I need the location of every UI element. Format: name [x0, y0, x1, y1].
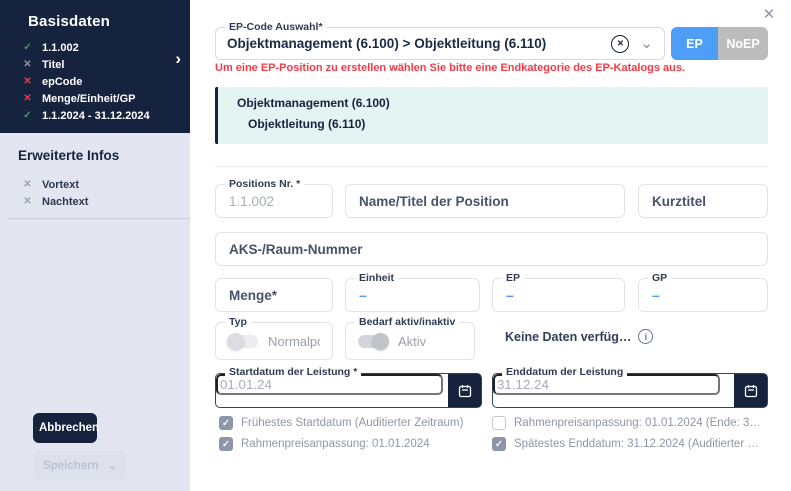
cross-icon: ✕ [22, 93, 33, 104]
chevron-down-icon: ⌄ [108, 462, 117, 470]
cross-icon: ✕ [22, 76, 33, 87]
checkbox-checked-icon: ✓ [219, 437, 233, 451]
ep-code-select-label: EP-Code Auswahl* [225, 21, 327, 33]
menge-input[interactable] [216, 279, 332, 311]
sidebar-title: Basisdaten [0, 0, 190, 30]
typ-toggle-value: Normalpo… [268, 334, 320, 349]
name-titel-field [345, 184, 625, 218]
cross-icon: ✕ [22, 59, 33, 70]
noep-toggle-button[interactable]: NoEP [718, 27, 768, 60]
bedarf-toggle-switch[interactable] [358, 335, 388, 348]
check-icon: ✓ [22, 42, 33, 53]
enddatum-label: Enddatum der Leistung [502, 366, 627, 378]
cross-icon: ✕ [22, 179, 33, 190]
keine-daten-note: Keine Daten verfüg… i [505, 329, 653, 344]
ep-code-select[interactable]: EP-Code Auswahl* Objektmanagement (6.100… [215, 27, 665, 60]
sidebar-item-label: Titel [42, 59, 64, 71]
aks-raum-nummer-input[interactable] [216, 233, 767, 265]
aks-raum-nummer-field [215, 232, 768, 266]
keine-daten-text: Keine Daten verfüg… [505, 330, 631, 344]
checkbox-fruehestes-startdatum[interactable]: ✓ Frühestes Startdatum (Auditierter Zeit… [219, 416, 485, 430]
erweiterte-infos-title: Erweiterte Infos [0, 133, 190, 163]
gp-label: GP [648, 272, 671, 284]
category-parent: Objektmanagement (6.100) [237, 96, 768, 110]
enddatum-calendar-button[interactable] [734, 374, 767, 407]
selected-category-box: Objektmanagement (6.100) Objektleitung (… [215, 87, 768, 144]
position-nr-field: Positions Nr. * [215, 184, 333, 218]
ep-toggle-button[interactable]: EP [671, 27, 718, 60]
enddatum-field: Enddatum der Leistung [492, 373, 768, 408]
chevron-down-icon[interactable]: ⌄ [640, 39, 653, 49]
bedarf-toggle-value: Aktiv [398, 334, 426, 349]
sidebar-item-menge-einheit-gp[interactable]: ✕ Menge/Einheit/GP [22, 90, 190, 107]
menge-field [215, 278, 333, 312]
bedarf-field: Bedarf aktiv/inaktiv Aktiv [345, 322, 475, 360]
sidebar-erweiterte-section: Erweiterte Infos ✕ Vortext ✕ Nachtext [0, 133, 190, 210]
sidebar-item-label: 1.1.2024 - 31.12.2024 [42, 110, 150, 122]
checkbox-checked-icon: ✓ [492, 437, 506, 451]
category-child: Objektleitung (6.110) [248, 117, 768, 131]
section-divider [215, 166, 768, 167]
ep-label: EP [502, 272, 524, 284]
typ-label: Typ [225, 316, 251, 328]
sidebar-item-titel[interactable]: ✕ Titel [22, 56, 190, 73]
kurztitel-input[interactable] [639, 185, 767, 217]
startdatum-field: Startdatum der Leistung * [215, 373, 482, 408]
sidebar-item-label: epCode [42, 76, 82, 88]
close-icon[interactable]: ✕ [760, 6, 778, 24]
typ-toggle-switch[interactable] [228, 335, 258, 348]
checkbox-checked-icon: ✓ [219, 416, 233, 430]
sidebar: Basisdaten › ✓ 1.1.002 ✕ Titel ✕ epCode … [0, 0, 190, 491]
sidebar-item-label: Menge/Einheit/GP [42, 93, 136, 105]
checkbox-rahmenpreisanpassung-ende[interactable]: Rahmenpreisanpassung: 01.01.2024 (Ende: … [492, 416, 768, 430]
gp-field: GP [638, 278, 768, 312]
sidebar-item-zeitraum[interactable]: ✓ 1.1.2024 - 31.12.2024 [22, 107, 190, 124]
sidebar-basisdaten-section: Basisdaten › ✓ 1.1.002 ✕ Titel ✕ epCode … [0, 0, 190, 133]
sidebar-item-label: Nachtext [42, 196, 88, 208]
ep-noep-toggle-group: EP NoEP [671, 27, 768, 60]
calendar-icon [458, 384, 472, 398]
toggle-knob [227, 333, 244, 350]
sidebar-item-label: Vortext [42, 179, 79, 191]
sidebar-item-positionsnr[interactable]: ✓ 1.1.002 [22, 39, 190, 56]
position-nr-label: Positions Nr. * [225, 178, 304, 190]
checkbox-unchecked-icon [492, 416, 506, 430]
save-button-label: Speichern [43, 460, 99, 472]
check-icon: ✓ [22, 110, 33, 121]
toggle-knob [372, 333, 389, 350]
sidebar-item-epcode[interactable]: ✕ epCode [22, 73, 190, 90]
basisdaten-list: ✓ 1.1.002 ✕ Titel ✕ epCode ✕ Menge/Einhe… [0, 39, 190, 124]
clear-selection-icon[interactable]: ✕ [611, 35, 629, 53]
sidebar-item-vortext[interactable]: ✕ Vortext [22, 176, 190, 193]
ep-field: EP [492, 278, 625, 312]
save-button[interactable]: Speichern ⌄ [33, 451, 127, 480]
name-titel-input[interactable] [346, 185, 624, 217]
ep-warning-text: Um eine EP-Position zu erstellen wählen … [215, 62, 775, 74]
cross-icon: ✕ [22, 196, 33, 207]
checkbox-label: Frühestes Startdatum (Auditierter Zeitra… [241, 417, 463, 429]
sidebar-item-nachtext[interactable]: ✕ Nachtext [22, 193, 190, 210]
einheit-field: Einheit [345, 278, 480, 312]
sidebar-item-label: 1.1.002 [42, 42, 79, 54]
position-form: EP-Code Auswahl* Objektmanagement (6.100… [190, 0, 791, 491]
cancel-button[interactable]: Abbrechen [33, 413, 97, 443]
typ-field: Typ Normalpo… [215, 322, 333, 360]
startdatum-label: Startdatum der Leistung * [225, 366, 361, 378]
checkbox-spaetestes-enddatum[interactable]: ✓ Spätestes Enddatum: 31.12.2024 (Auditi… [492, 437, 768, 451]
sidebar-divider [8, 218, 190, 219]
info-icon[interactable]: i [638, 329, 653, 344]
checkbox-label: Spätestes Enddatum: 31.12.2024 (Auditier… [514, 438, 759, 450]
erweiterte-list: ✕ Vortext ✕ Nachtext [0, 176, 190, 210]
checkbox-label: Rahmenpreisanpassung: 01.01.2024 (Ende: … [514, 417, 761, 429]
kurztitel-field [638, 184, 768, 218]
bedarf-label: Bedarf aktiv/inaktiv [355, 316, 459, 328]
calendar-icon [744, 384, 758, 398]
create-position-dialog: ✕ Basisdaten › ✓ 1.1.002 ✕ Titel ✕ epCod… [0, 0, 791, 491]
checkbox-rahmenpreisanpassung-start[interactable]: ✓ Rahmenpreisanpassung: 01.01.2024 [219, 437, 485, 451]
startdatum-calendar-button[interactable] [448, 374, 481, 407]
checkbox-label: Rahmenpreisanpassung: 01.01.2024 [241, 438, 430, 450]
ep-code-select-value: Objektmanagement (6.100) > Objektleitung… [227, 36, 611, 51]
einheit-label: Einheit [355, 272, 398, 284]
sidebar-collapse-chevron-icon[interactable]: › [175, 49, 181, 69]
